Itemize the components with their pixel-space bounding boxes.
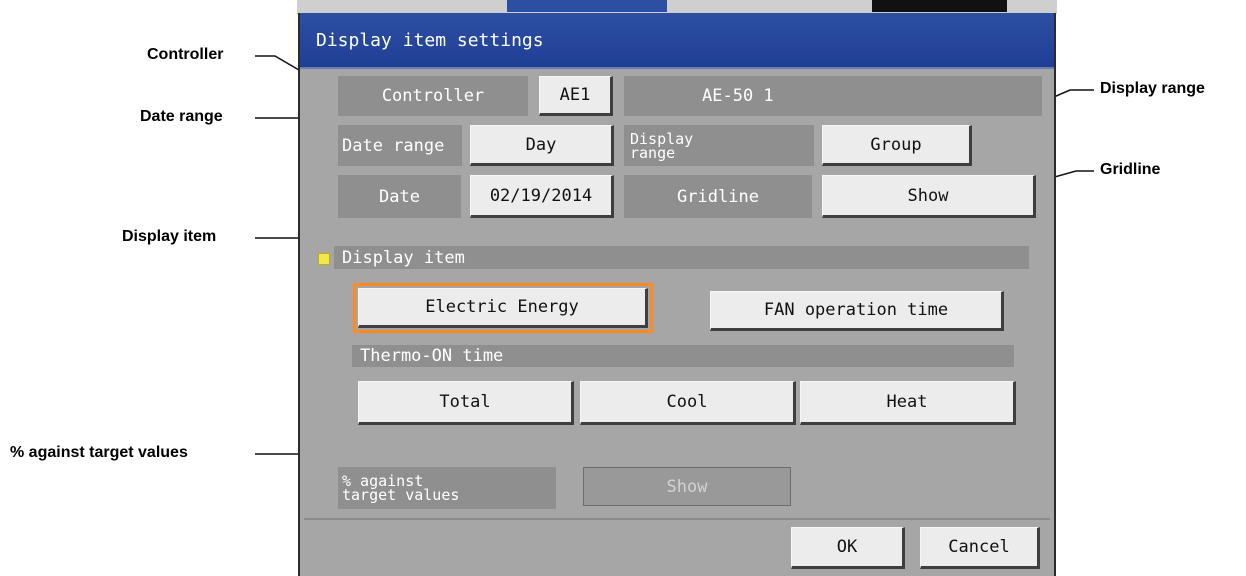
callout-display-item: Display item	[122, 228, 217, 245]
date-button[interactable]: 02/19/2014	[470, 175, 614, 218]
display-range-label-line2: range	[630, 143, 676, 162]
gridline-show-button[interactable]: Show	[822, 175, 1036, 218]
display-range-button[interactable]: Group	[822, 125, 972, 166]
electric-energy-button[interactable]: Electric Energy	[353, 283, 653, 333]
thermo-heat-button[interactable]: Heat	[800, 381, 1016, 425]
dialog-title-bar: Display item settings	[300, 13, 1054, 69]
display-item-settings-dialog: Display item settings Controller AE1 AE-…	[298, 13, 1056, 576]
dialog-title: Display item settings	[316, 30, 544, 51]
target-values-label-line2: target values	[342, 486, 460, 504]
footer-divider	[304, 518, 1050, 520]
thermo-on-time-label: Thermo-ON time	[352, 345, 1014, 367]
gridline-label: Gridline	[624, 175, 812, 218]
controller-label: Controller	[338, 76, 528, 116]
display-range-label: Display range	[624, 125, 814, 166]
callout-controller: Controller	[147, 46, 224, 63]
date-label: Date	[338, 175, 461, 218]
cancel-button[interactable]: Cancel	[920, 527, 1040, 569]
callout-display-range: Display range	[1100, 80, 1205, 97]
thermo-cool-button[interactable]: Cool	[580, 381, 796, 425]
strip-segment-black	[872, 0, 1007, 12]
target-values-show-button[interactable]: Show	[583, 467, 791, 506]
thermo-total-button[interactable]: Total	[358, 381, 574, 425]
callout-gridline: Gridline	[1100, 161, 1161, 178]
background-window-strip	[297, 0, 1057, 14]
strip-segment-blue	[507, 0, 667, 12]
section-marker-icon	[318, 253, 330, 265]
controller-select-button[interactable]: AE1	[539, 76, 613, 116]
controller-name-value: AE-50 1	[624, 76, 1042, 116]
target-values-label: % against target values	[338, 467, 556, 509]
fan-operation-time-button[interactable]: FAN operation time	[710, 291, 1004, 331]
callout-target-values: % against target values	[10, 444, 188, 461]
date-range-button[interactable]: Day	[470, 125, 614, 166]
display-item-header: Display item	[334, 246, 1029, 269]
ok-button[interactable]: OK	[791, 527, 905, 569]
date-range-label: Date range	[338, 125, 462, 166]
callout-date-range: Date range	[140, 108, 223, 125]
